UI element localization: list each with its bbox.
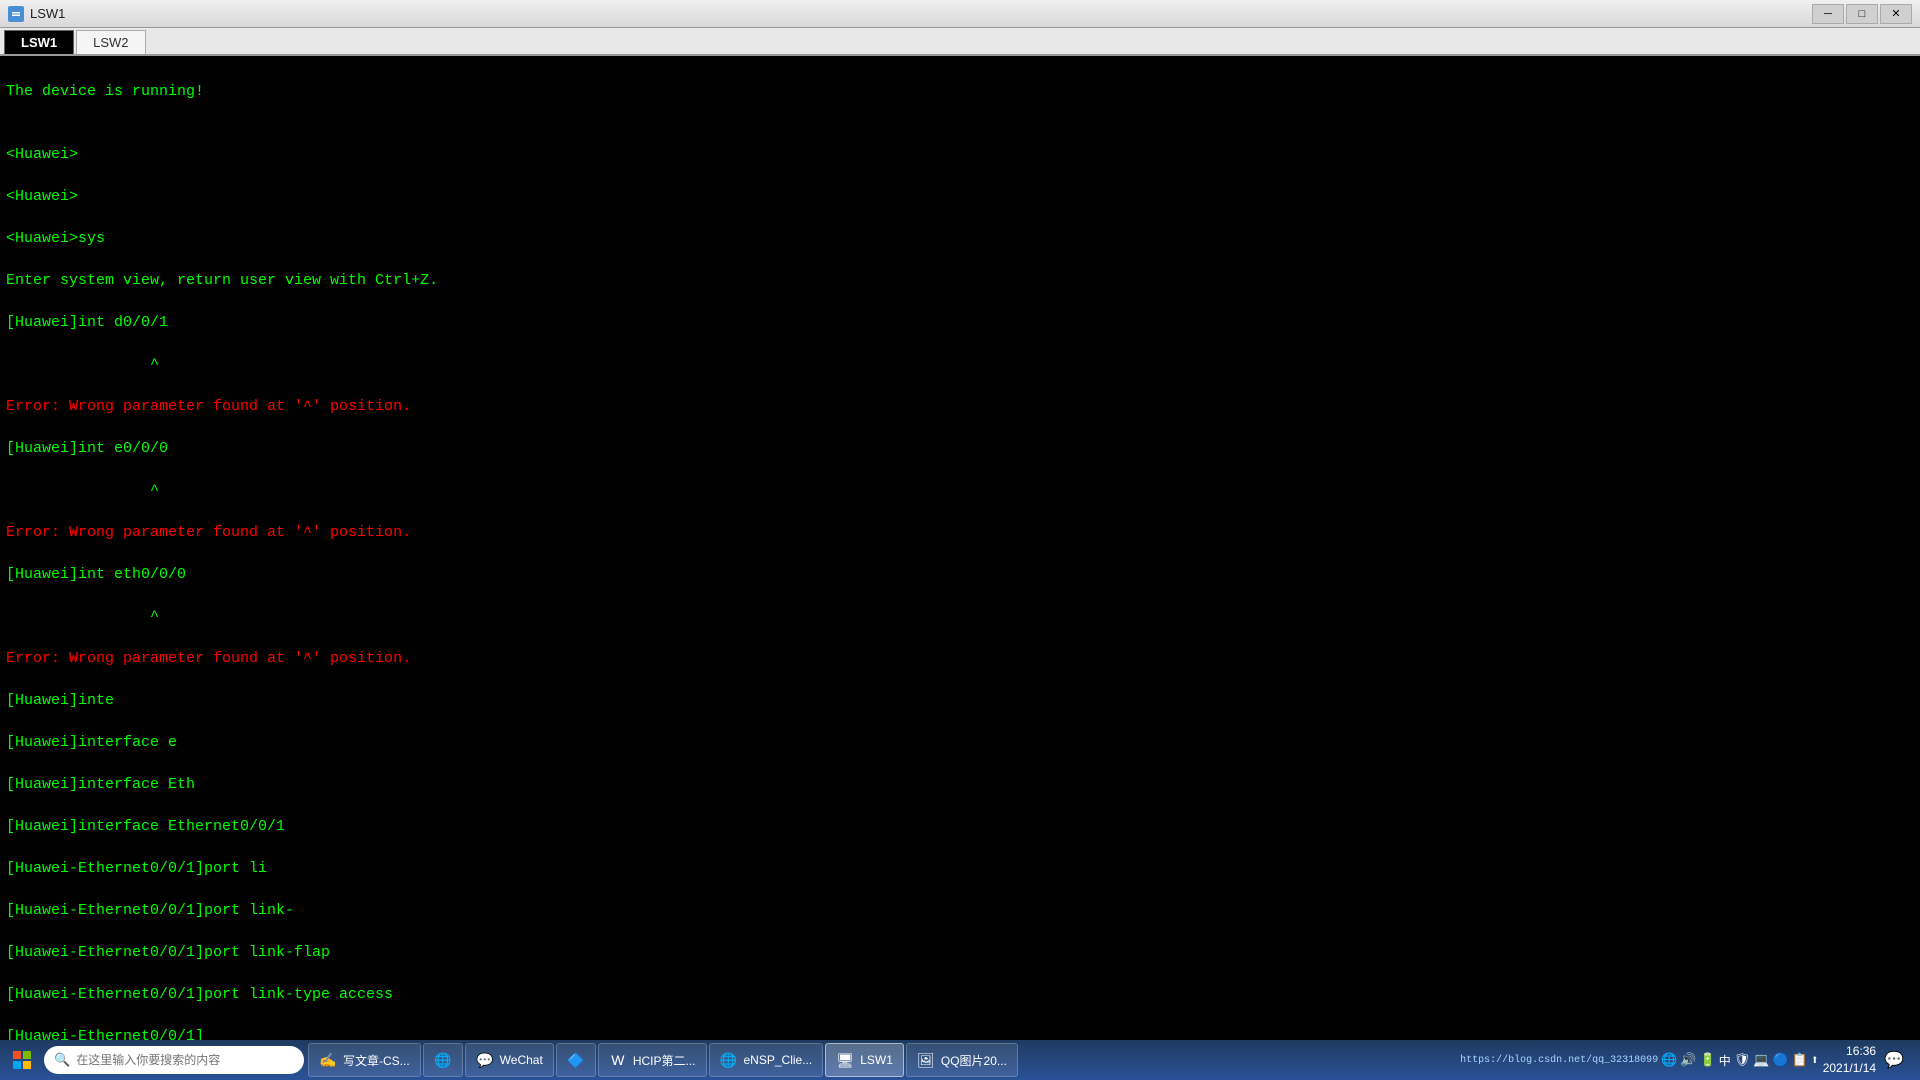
app-label-app6: eNSP_Clie... [744, 1053, 813, 1067]
terminal-line: The device is running! [6, 81, 1914, 102]
terminal-line: [Huawei-Ethernet0/0/1]port link-type acc… [6, 984, 1914, 1005]
tray-icon-extra2[interactable]: 📋 [1792, 1053, 1808, 1068]
terminal-line: [Huawei]int eth0/0/0 [6, 564, 1914, 585]
terminal-line: [Huawei]interface Ethernet0/0/1 [6, 816, 1914, 837]
app-icon-app7: 🖥 [836, 1051, 854, 1069]
app-icon-app4: 🔷 [567, 1051, 585, 1069]
app-label-app1: 写文章-CS... [343, 1052, 410, 1069]
terminal-line: [Huawei-Ethernet0/0/1]port link- [6, 900, 1914, 921]
tray-icon-network[interactable]: 🌐 [1661, 1053, 1677, 1068]
terminal-output[interactable]: The device is running! <Huawei> <Huawei>… [0, 56, 1920, 1040]
app-icon-app1: ✍ [319, 1051, 337, 1069]
terminal-line: Error: Wrong parameter found at '^' posi… [6, 648, 1914, 669]
tray-icons: https://blog.csdn.net/qq_32318099 🌐 🔊 🔋 … [1460, 1052, 1819, 1069]
search-bar[interactable]: 🔍 [44, 1046, 304, 1074]
taskbar-app-app7[interactable]: 🖥 LSW1 [825, 1043, 904, 1077]
tab-bar: LSW1 LSW2 [0, 28, 1920, 56]
tray-notification-link[interactable]: https://blog.csdn.net/qq_32318099 [1460, 1055, 1658, 1066]
taskbar-app-app1[interactable]: ✍ 写文章-CS... [308, 1043, 421, 1077]
search-icon: 🔍 [54, 1053, 70, 1068]
close-button[interactable]: ✕ [1880, 4, 1912, 24]
taskbar-apps: ✍ 写文章-CS... 🌐 💬 WeChat 🔷 W HCIP第二... 🌐 eNSP_Clie.… [308, 1043, 1448, 1077]
system-clock[interactable]: 16:36 2021/1/14 [1823, 1043, 1876, 1077]
terminal-line: <Huawei> [6, 144, 1914, 165]
taskbar-app-app8[interactable]: 🖼 QQ图片20... [906, 1043, 1018, 1077]
app-icon-app6: 🌐 [720, 1051, 738, 1069]
terminal-line: [Huawei]interface e [6, 732, 1914, 753]
terminal-line: <Huawei> [6, 186, 1914, 207]
terminal-line: Enter system view, return user view with… [6, 270, 1914, 291]
app-label-app8: QQ图片20... [941, 1052, 1007, 1069]
notification-button[interactable]: 💬 [1880, 1050, 1908, 1070]
terminal-line: <Huawei>sys [6, 228, 1914, 249]
terminal-line: ^ [6, 606, 1914, 627]
terminal-line: [Huawei-Ethernet0/0/1] [6, 1026, 1914, 1040]
app-icon-app3: 💬 [476, 1051, 494, 1069]
tab-lsw1[interactable]: LSW1 [4, 30, 74, 54]
restore-button[interactable]: □ [1846, 4, 1878, 24]
clock-time: 16:36 [1823, 1043, 1876, 1060]
terminal-line: ^ [6, 354, 1914, 375]
tray-icon-extra3[interactable]: ⬆ [1811, 1053, 1819, 1068]
app-icon [8, 6, 24, 22]
terminal-line: [Huawei]interface Eth [6, 774, 1914, 795]
taskbar-app-app3[interactable]: 💬 WeChat [465, 1043, 554, 1077]
tab-lsw2[interactable]: LSW2 [76, 30, 145, 54]
terminal-line: [Huawei]int e0/0/0 [6, 438, 1914, 459]
minimize-button[interactable]: ─ [1812, 4, 1844, 24]
taskbar-app-app6[interactable]: 🌐 eNSP_Clie... [709, 1043, 824, 1077]
app-icon-app8: 🖼 [917, 1051, 935, 1069]
taskbar-app-app5[interactable]: W HCIP第二... [598, 1043, 707, 1077]
app-label-app3: WeChat [500, 1053, 543, 1067]
clock-date: 2021/1/14 [1823, 1060, 1876, 1077]
terminal-line: [Huawei]inte [6, 690, 1914, 711]
taskbar: 🔍 ✍ 写文章-CS... 🌐 💬 WeChat 🔷 W HCIP第二... 🌐 eNSP_Cli… [0, 1040, 1920, 1080]
app-label-app5: HCIP第二... [633, 1052, 696, 1069]
terminal-line: [Huawei-Ethernet0/0/1]port link-flap [6, 942, 1914, 963]
search-input[interactable] [76, 1053, 276, 1067]
terminal-line: Error: Wrong parameter found at '^' posi… [6, 522, 1914, 543]
tray-icon-language: 中 [1719, 1052, 1731, 1069]
window-title: LSW1 [30, 6, 65, 21]
start-button[interactable] [4, 1043, 40, 1077]
window-controls: ─ □ ✕ [1812, 4, 1912, 24]
tray-icon-battery[interactable]: 🔋 [1700, 1053, 1716, 1068]
tray-icon-security[interactable]: 🛡 [1734, 1053, 1751, 1068]
system-tray: https://blog.csdn.net/qq_32318099 🌐 🔊 🔋 … [1452, 1043, 1916, 1077]
tray-icon-bluetooth[interactable]: 🔵 [1772, 1053, 1788, 1068]
taskbar-app-app4[interactable]: 🔷 [556, 1043, 596, 1077]
taskbar-app-app2[interactable]: 🌐 [423, 1043, 463, 1077]
app-icon-app2: 🌐 [434, 1051, 452, 1069]
title-bar: LSW1 ─ □ ✕ [0, 0, 1920, 28]
terminal-line: Error: Wrong parameter found at '^' posi… [6, 396, 1914, 417]
terminal-line: ^ [6, 480, 1914, 501]
title-bar-left: LSW1 [8, 6, 65, 22]
terminal-line: [Huawei]int d0/0/1 [6, 312, 1914, 333]
terminal-line: [Huawei-Ethernet0/0/1]port li [6, 858, 1914, 879]
app-icon-app5: W [609, 1051, 627, 1069]
app-label-app7: LSW1 [860, 1053, 893, 1067]
tray-icon-extra1[interactable]: 💻 [1753, 1053, 1769, 1068]
tray-icon-volume[interactable]: 🔊 [1680, 1053, 1696, 1068]
